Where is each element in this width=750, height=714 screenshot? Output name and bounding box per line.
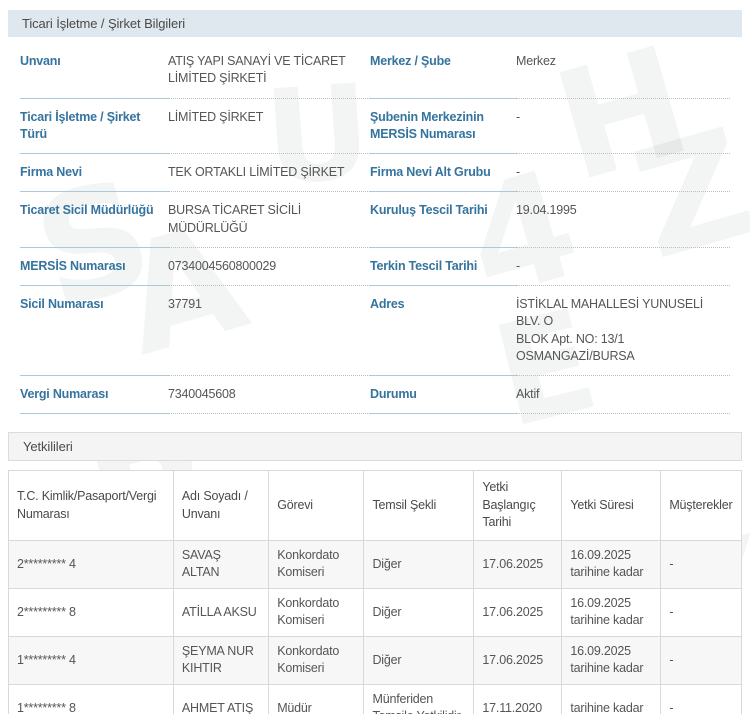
table-cell: 17.06.2025 — [474, 588, 562, 636]
info-label: Firma Nevi Alt Grubu — [370, 154, 516, 192]
info-label: Vergi Numarası — [20, 376, 168, 414]
table-cell: Konkordato Komiseri — [269, 540, 364, 588]
table-cell: 16.09.2025 tarihine kadar — [562, 540, 661, 588]
table-row: 2********* 4SAVAŞ ALTANKonkordato Komise… — [9, 540, 742, 588]
table-cell: Münferiden Temsile Yetkilidir. — [364, 684, 474, 714]
officials-column-header: Adı Soyadı / Unvanı — [173, 471, 268, 541]
table-cell: 1********* 8 — [9, 684, 174, 714]
officials-column-header: Yetki Başlangıç Tarihi — [474, 471, 562, 541]
info-value: - — [516, 99, 730, 155]
info-label: Firma Nevi — [20, 154, 168, 192]
info-label: Kuruluş Tescil Tarihi — [370, 192, 516, 248]
table-cell: 17.06.2025 — [474, 540, 562, 588]
table-cell: 2********* 8 — [9, 588, 174, 636]
table-cell: 2********* 4 — [9, 540, 174, 588]
info-value: Aktif — [516, 376, 730, 414]
info-label: Şubenin Merkezinin MERSİS Numarası — [370, 99, 516, 155]
table-cell: AHMET ATIŞ — [173, 684, 268, 714]
table-cell: 16.09.2025 tarihine kadar — [562, 588, 661, 636]
table-cell: Diğer — [364, 540, 474, 588]
info-value: 7340045608 — [168, 376, 370, 414]
table-cell: Konkordato Komiseri — [269, 636, 364, 684]
company-info-grid: UnvanıATIŞ YAPI SANAYİ VE TİCARET LİMİTE… — [8, 37, 742, 414]
table-cell: Diğer — [364, 588, 474, 636]
info-value: Merkez — [516, 43, 730, 99]
officials-heading: Yetkilileri — [8, 432, 742, 461]
info-row: Sicil Numarası37791AdresİSTİKLAL MAHALLE… — [20, 286, 730, 376]
info-value: 0734004560800029 — [168, 248, 370, 286]
info-value: TEK ORTAKLI LİMİTED ŞİRKET — [168, 154, 370, 192]
table-cell: ŞEYMA NUR KIHTIR — [173, 636, 268, 684]
info-label: Sicil Numarası — [20, 286, 168, 376]
officials-column-header: Müşterekler — [661, 471, 742, 541]
officials-table: T.C. Kimlik/Pasaport/Vergi NumarasıAdı S… — [8, 470, 742, 714]
info-label: Adres — [370, 286, 516, 376]
table-cell: - — [661, 588, 742, 636]
info-label: Terkin Tescil Tarihi — [370, 248, 516, 286]
info-value: - — [516, 154, 730, 192]
info-label: MERSİS Numarası — [20, 248, 168, 286]
info-value: LİMİTED ŞİRKET — [168, 99, 370, 155]
officials-table-body: 2********* 4SAVAŞ ALTANKonkordato Komise… — [9, 540, 742, 714]
table-cell: - — [661, 540, 742, 588]
table-cell: 1********* 4 — [9, 636, 174, 684]
table-cell: tarihine kadar — [562, 684, 661, 714]
table-row: 2********* 8ATİLLA AKSUKonkordato Komise… — [9, 588, 742, 636]
info-value: ATIŞ YAPI SANAYİ VE TİCARET LİMİTED ŞİRK… — [168, 43, 370, 99]
table-row: 1********* 4ŞEYMA NUR KIHTIRKonkordato K… — [9, 636, 742, 684]
table-cell: SAVAŞ ALTAN — [173, 540, 268, 588]
officials-panel: Yetkilileri T.C. Kimlik/Pasaport/Vergi N… — [8, 432, 742, 714]
officials-header-row: T.C. Kimlik/Pasaport/Vergi NumarasıAdı S… — [9, 471, 742, 541]
info-value: 19.04.1995 — [516, 192, 730, 248]
table-cell: 17.06.2025 — [474, 636, 562, 684]
table-cell: Konkordato Komiseri — [269, 588, 364, 636]
officials-column-header: Görevi — [269, 471, 364, 541]
info-value: - — [516, 248, 730, 286]
table-cell: 16.09.2025 tarihine kadar — [562, 636, 661, 684]
info-value: BURSA TİCARET SİCİLİ MÜDÜRLÜĞÜ — [168, 192, 370, 248]
table-cell: ATİLLA AKSU — [173, 588, 268, 636]
company-info-panel: Ticari İşletme / Şirket Bilgileri Unvanı… — [8, 10, 742, 414]
page: SAUHZ4E.BRgETRY Ticari İşletme / Şirket … — [0, 0, 750, 714]
info-row: Firma NeviTEK ORTAKLI LİMİTED ŞİRKETFirm… — [20, 154, 730, 192]
table-cell: Diğer — [364, 636, 474, 684]
table-cell: Müdür — [269, 684, 364, 714]
info-value: İSTİKLAL MAHALLESİ YUNUSELİ BLV. O BLOK … — [516, 286, 730, 376]
officials-column-header: Yetki Süresi — [562, 471, 661, 541]
info-label: Durumu — [370, 376, 516, 414]
officials-column-header: T.C. Kimlik/Pasaport/Vergi Numarası — [9, 471, 174, 541]
table-cell: - — [661, 636, 742, 684]
table-cell: - — [661, 684, 742, 714]
info-row: Ticaret Sicil MüdürlüğüBURSA TİCARET SİC… — [20, 192, 730, 248]
table-cell: 17.11.2020 — [474, 684, 562, 714]
company-info-heading: Ticari İşletme / Şirket Bilgileri — [8, 10, 742, 37]
info-label: Merkez / Şube — [370, 43, 516, 99]
info-row: Ticari İşletme / Şirket TürüLİMİTED ŞİRK… — [20, 99, 730, 155]
info-value: 37791 — [168, 286, 370, 376]
info-row: MERSİS Numarası0734004560800029Terkin Te… — [20, 248, 730, 286]
table-row: 1********* 8AHMET ATIŞMüdürMünferiden Te… — [9, 684, 742, 714]
info-label: Unvanı — [20, 43, 168, 99]
info-row: UnvanıATIŞ YAPI SANAYİ VE TİCARET LİMİTE… — [20, 43, 730, 99]
officials-table-head: T.C. Kimlik/Pasaport/Vergi NumarasıAdı S… — [9, 471, 742, 541]
info-label: Ticaret Sicil Müdürlüğü — [20, 192, 168, 248]
info-label: Ticari İşletme / Şirket Türü — [20, 99, 168, 155]
officials-column-header: Temsil Şekli — [364, 471, 474, 541]
info-row: Vergi Numarası7340045608DurumuAktif — [20, 376, 730, 414]
content: Ticari İşletme / Şirket Bilgileri Unvanı… — [0, 0, 750, 714]
